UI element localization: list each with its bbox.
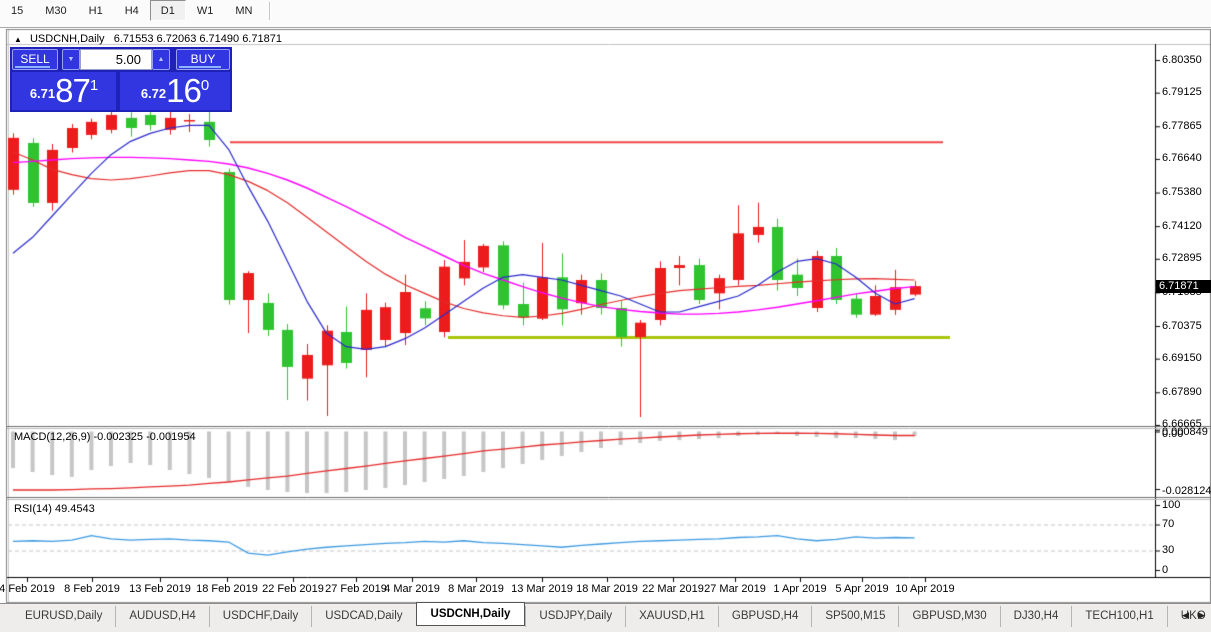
sell-button[interactable]: SELL (12, 49, 58, 70)
buy-button-label: BUY (190, 52, 216, 66)
price-axis-label: 6.69150 (1162, 352, 1202, 365)
chart-title: ▲ USDCNH,Daily 6.71553 6.72063 6.71490 6… (14, 33, 282, 45)
sell-price-box[interactable]: 6.71 87 1 (12, 72, 116, 110)
chart-tab-USDJPY-Daily[interactable]: USDJPY,Daily (525, 606, 625, 627)
macd-axis-label: -0.028124 (1162, 485, 1211, 497)
buy-button[interactable]: BUY (176, 49, 230, 70)
chart-tab-USDCHF-Daily[interactable]: USDCHF,Daily (208, 606, 311, 627)
price-axis-label: 6.77865 (1162, 119, 1202, 132)
buy-underline (179, 66, 221, 68)
sell-price-pip: 1 (89, 77, 99, 94)
price-axis-label: 6.76640 (1162, 152, 1202, 165)
timeframe-button-MN[interactable]: MN (224, 0, 263, 21)
chart-tab-USDCNH-Daily[interactable]: USDCNH,Daily (415, 602, 526, 626)
sell-price-prefix: 6.71 (29, 86, 56, 101)
sell-underline (15, 66, 51, 68)
chart-title-symbol: USDCNH,Daily (29, 33, 105, 45)
macd-label: MACD(12,26,9) -0.002325 -0.001954 (14, 431, 196, 443)
chart-tab-USDCAD-Daily[interactable]: USDCAD,Daily (311, 606, 415, 627)
macd-axis-label: 0.000849 (1162, 425, 1208, 438)
price-axis-label: 6.79125 (1162, 86, 1202, 99)
chart-tab-GBPUSD-M30[interactable]: GBPUSD,M30 (898, 606, 999, 627)
buy-price-pip: 0 (200, 77, 210, 94)
toolbar-divider (269, 2, 272, 21)
chart-tab-SP500-M15[interactable]: SP500,M15 (811, 606, 898, 627)
timeframe-toolbar: 15 M30 H1 H4 D1 W1 MN (0, 0, 1211, 28)
chart-tab-AUDUSD-H4[interactable]: AUDUSD,H4 (115, 606, 208, 627)
buy-price-box[interactable]: 6.72 16 0 (120, 72, 230, 110)
date-axis-label: 10 Apr 2019 (895, 583, 955, 595)
price-axis-label: 6.70375 (1162, 319, 1202, 332)
timeframe-button-W1[interactable]: W1 (186, 0, 225, 21)
chart-tab-TECH100-H1[interactable]: TECH100,H1 (1071, 606, 1166, 627)
chart-tab-EURUSD-Daily[interactable]: EURUSD,Daily (12, 606, 115, 627)
timeframe-button-M30[interactable]: M30 (34, 0, 77, 21)
quick-trade-arrow-icon[interactable]: ▲ (14, 35, 22, 44)
current-price-badge: 6.71871 (1156, 279, 1211, 293)
volume-input[interactable]: 5.00 (80, 49, 152, 70)
chart-title-ohlc: 6.71553 6.72063 6.71490 6.71871 (113, 33, 282, 45)
volume-decrease-button[interactable]: ▼ (62, 49, 80, 70)
price-axis-label: 6.80350 (1162, 53, 1202, 66)
rsi-label: RSI(14) 49.4543 (14, 503, 95, 515)
rsi-axis-label: 100 (1162, 498, 1181, 511)
timeframe-button-D1[interactable]: D1 (149, 0, 186, 21)
timeframe-button-H4[interactable]: H4 (114, 0, 150, 21)
price-axis-label: 6.74120 (1162, 219, 1202, 232)
one-click-trade-panel: SELL ▼ 5.00 ▲ BUY 6.71 87 1 6.72 16 0 (10, 47, 232, 112)
sell-price-big: 87 (55, 72, 91, 109)
chart-tab-bar: EURUSD,Daily AUDUSD,H4 USDCHF,Daily USDCAD,… (0, 602, 1211, 632)
chart-tab-GBPUSD-H4[interactable]: GBPUSD,H4 (717, 606, 811, 627)
buy-price-prefix: 6.72 (140, 86, 167, 101)
rsi-axis-label: 30 (1162, 544, 1175, 556)
trading-platform-window: { "toolbar": { "timeframes": [ {"label":… (0, 0, 1211, 632)
rsi-axis-label: 70 (1162, 518, 1175, 530)
chart-tab-DJ30-H4[interactable]: DJ30,H4 (999, 606, 1072, 627)
tab-scroll-left-icon[interactable]: ◀ (1182, 610, 1189, 621)
price-axis-label: 6.67890 (1162, 385, 1202, 398)
chart-tab-XAUUSD-H1[interactable]: XAUUSD,H1 (625, 606, 718, 627)
price-axis-label: 6.75380 (1162, 186, 1202, 199)
tab-scroll-right-icon[interactable]: ▶ (1198, 610, 1205, 621)
volume-increase-button[interactable]: ▲ (152, 49, 170, 70)
buy-price-big: 16 (166, 72, 202, 109)
timeframe-button-H1[interactable]: H1 (78, 0, 114, 21)
arrow-down-icon: ▼ (67, 56, 75, 63)
arrow-up-icon: ▲ (157, 56, 165, 63)
sell-button-label: SELL (20, 52, 50, 66)
rsi-axis-label: 0 (1162, 563, 1169, 576)
price-axis-label: 6.72895 (1162, 252, 1202, 265)
timeframe-button-15[interactable]: 15 (0, 0, 34, 21)
